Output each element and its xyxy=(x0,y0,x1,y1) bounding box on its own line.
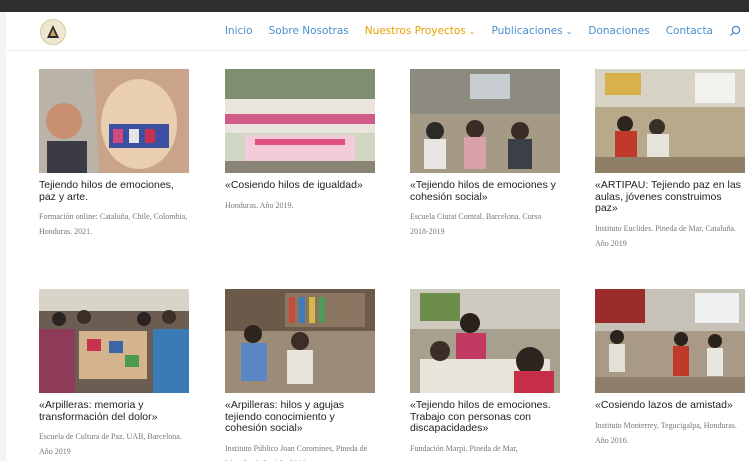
project-meta: Honduras. Año 2019. xyxy=(225,200,294,210)
project-card[interactable]: «Tejiendo hilos de emociones y cohesión … xyxy=(410,69,560,239)
project-card[interactable]: Tejiendo hilos de emociones, paz y arte.… xyxy=(39,69,189,239)
project-image[interactable] xyxy=(225,69,375,173)
project-meta: Instituto Euclides. Pineda de Mar, Catal… xyxy=(595,223,736,248)
project-image[interactable] xyxy=(410,289,560,393)
project-image[interactable] xyxy=(39,69,189,173)
project-card[interactable]: «Arpilleras: hilos y agujas tejiendo con… xyxy=(225,289,375,461)
project-card[interactable]: «ARTIPAU: Tejiendo paz en las aulas, jóv… xyxy=(595,69,745,251)
project-image[interactable] xyxy=(410,69,560,173)
project-meta: Escuela Ciutat Comtal. Barcelona. Curso … xyxy=(410,212,542,236)
page: Inicio Sobre Nosotras Nuestros Proyectos… xyxy=(6,12,749,461)
project-image[interactable] xyxy=(39,289,189,393)
project-title[interactable]: Tejiendo hilos de emociones, paz y arte. xyxy=(39,179,189,203)
project-image[interactable] xyxy=(595,69,745,173)
project-image[interactable] xyxy=(595,289,745,393)
project-card[interactable]: «Cosiendo lazos de amistad» Instituto Mo… xyxy=(595,289,745,448)
project-meta: Escuela de Cultura de Paz. UAB, Barcelon… xyxy=(39,432,182,456)
project-card[interactable]: «Tejiendo hilos de emociones. Trabajo co… xyxy=(410,289,560,456)
project-card[interactable]: «Cosiendo hilos de igualdad» Honduras. A… xyxy=(225,69,375,213)
project-meta: Fundación Marpi. Pineda de Mar, xyxy=(410,443,518,453)
project-title[interactable]: «Arpilleras: hilos y agujas tejiendo con… xyxy=(225,399,375,435)
project-title[interactable]: «Cosiendo hilos de igualdad» xyxy=(225,179,375,192)
project-title[interactable]: «Cosiendo lazos de amistad» xyxy=(595,399,745,412)
project-meta: Instituto Público Joan Coromines, Pineda… xyxy=(225,443,368,461)
project-title[interactable]: «ARTIPAU: Tejiendo paz en las aulas, jóv… xyxy=(595,179,745,215)
projects-grid: Tejiendo hilos de emociones, paz y arte.… xyxy=(6,12,749,461)
project-meta: Formación online: Cataluña, Chile, Colom… xyxy=(39,212,188,236)
project-title[interactable]: «Tejiendo hilos de emociones. Trabajo co… xyxy=(410,399,560,435)
project-title[interactable]: «Tejiendo hilos de emociones y cohesión … xyxy=(410,179,560,203)
project-image[interactable] xyxy=(225,289,375,393)
project-card[interactable]: «Arpilleras: memoria y transformación de… xyxy=(39,289,189,459)
project-title[interactable]: «Arpilleras: memoria y transformación de… xyxy=(39,399,189,423)
top-bar xyxy=(0,0,749,12)
project-meta: Instituto Monterrey, Tegucigalpa, Hondur… xyxy=(595,420,737,445)
